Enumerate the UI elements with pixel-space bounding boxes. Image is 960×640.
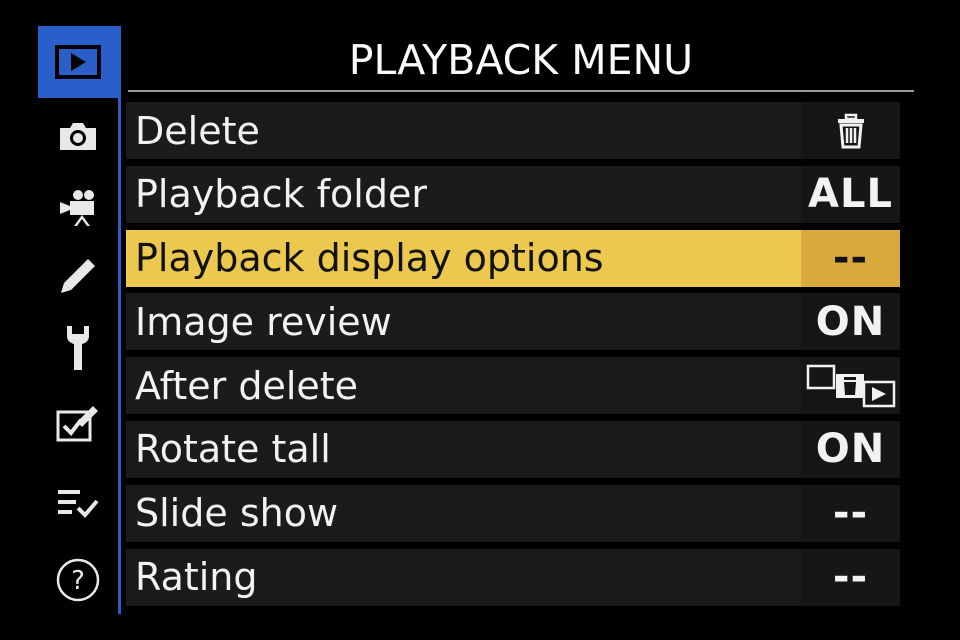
page-title: PLAYBACK MENU <box>128 30 914 92</box>
menu-item-label: Delete <box>126 102 801 159</box>
pencil-icon <box>61 259 95 293</box>
menu-item-after-delete[interactable]: After delete <box>126 357 900 415</box>
menu-item-value <box>801 357 900 415</box>
wrench-icon <box>67 326 89 370</box>
camera-icon <box>60 123 96 150</box>
menu-item-value: ON <box>801 293 900 351</box>
menu-tab-strip: ? <box>38 26 121 614</box>
menu-item-delete[interactable]: Delete <box>126 102 900 159</box>
tab-photo-shooting[interactable] <box>38 104 118 168</box>
menu-item-playback-folder[interactable]: Playback folder ALL <box>126 165 900 223</box>
menu-item-rating[interactable]: Rating -- <box>126 548 900 606</box>
tab-help[interactable]: ? <box>38 548 118 612</box>
menu-item-label: Playback folder <box>126 165 801 223</box>
menu-item-value: -- <box>801 484 900 542</box>
retouch-icon <box>56 406 98 442</box>
after-delete-icon <box>806 364 896 408</box>
tab-setup[interactable] <box>38 316 118 380</box>
menu-item-slide-show[interactable]: Slide show -- <box>126 484 900 542</box>
menu-item-value: ALL <box>801 165 900 223</box>
tab-strip-divider <box>118 26 121 614</box>
menu-item-label: Image review <box>126 293 801 351</box>
playback-icon <box>55 45 101 79</box>
menu-item-label: Rating <box>126 548 801 606</box>
menu-item-label: Slide show <box>126 484 801 542</box>
menu-item-playback-display-options[interactable]: Playback display options -- <box>126 229 900 287</box>
svg-text:?: ? <box>71 566 85 596</box>
help-icon: ? <box>56 558 100 602</box>
menu-item-value <box>801 102 900 159</box>
menu-item-label: Playback display options <box>126 229 801 287</box>
menu-item-label: Rotate tall <box>126 420 801 478</box>
menu-item-image-review[interactable]: Image review ON <box>126 293 900 351</box>
menu-item-label: After delete <box>126 357 801 415</box>
menu-item-rotate-tall[interactable]: Rotate tall ON <box>126 420 900 478</box>
tab-custom-settings[interactable] <box>38 244 118 308</box>
trash-icon <box>836 113 866 149</box>
movie-camera-icon <box>60 190 94 226</box>
tab-movie-shooting[interactable] <box>38 176 118 240</box>
tab-retouch[interactable] <box>38 392 118 456</box>
menu-item-value: -- <box>801 229 900 287</box>
my-menu-icon <box>58 490 99 518</box>
menu-item-value: ON <box>801 420 900 478</box>
playback-menu-list: Delete Playback folder ALL Playback disp… <box>126 102 900 612</box>
tab-my-menu[interactable] <box>38 472 118 536</box>
menu-item-value: -- <box>801 548 900 606</box>
tab-playback[interactable] <box>38 26 118 98</box>
